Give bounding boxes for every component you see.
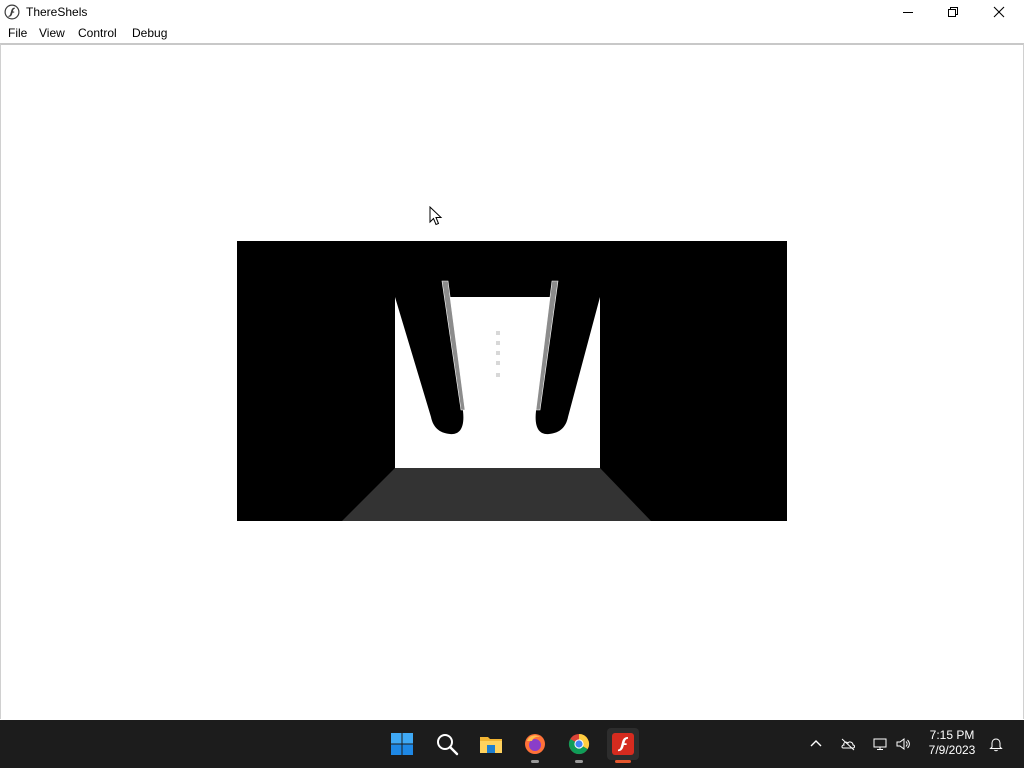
menu-debug[interactable]: Debug [130, 26, 169, 40]
title-bar: ThereShels [0, 0, 1024, 24]
search-icon [437, 734, 459, 756]
close-icon [993, 6, 1005, 18]
clock-time: 7:15 PM [929, 728, 975, 742]
notification-icon [989, 738, 1003, 752]
flash-player-button[interactable] [607, 728, 639, 763]
windows-start-button[interactable] [386, 728, 418, 760]
firefox-icon [525, 734, 545, 754]
taskbar: 7:15 PM 7/9/2023 [0, 720, 1024, 768]
menu-file[interactable]: File [6, 26, 29, 40]
speaker-icon [896, 738, 910, 750]
clock-date: 7/9/2023 [928, 743, 976, 757]
flash-player-icon [612, 733, 634, 755]
restore-icon [948, 7, 958, 17]
network-icon [873, 738, 887, 750]
chrome-icon [568, 733, 590, 755]
active-indicator [615, 760, 631, 763]
onedrive-button[interactable] [838, 734, 858, 754]
window-title: ThereShels [26, 5, 88, 19]
flash-player-icon [4, 4, 20, 20]
show-hidden-icons-button[interactable] [806, 734, 826, 754]
floor [342, 468, 651, 521]
running-indicator [575, 760, 583, 763]
menu-bar: File View Control Debug [0, 24, 1024, 43]
notification-button[interactable] [986, 734, 1006, 754]
game-stage[interactable] [237, 241, 787, 521]
file-explorer-icon [480, 737, 502, 753]
menu-view[interactable]: View [37, 26, 67, 40]
close-button[interactable] [976, 0, 1022, 24]
windows-start-icon [391, 733, 413, 755]
firefox-button[interactable] [519, 728, 551, 763]
running-indicator [531, 760, 539, 763]
minimize-button[interactable] [885, 0, 931, 24]
file-explorer-button[interactable] [475, 728, 507, 760]
menu-control[interactable]: Control [76, 26, 119, 40]
chrome-button[interactable] [563, 728, 595, 763]
search-button[interactable] [431, 728, 463, 760]
mouse-cursor-icon [429, 205, 443, 226]
chevron-up-icon [810, 740, 822, 747]
game-scene [237, 241, 787, 521]
clock[interactable]: 7:15 PM 7/9/2023 [920, 728, 984, 758]
restore-button[interactable] [930, 0, 976, 24]
network-button[interactable] [870, 734, 890, 754]
minimize-icon [903, 12, 913, 13]
volume-button[interactable] [893, 734, 913, 754]
onedrive-icon [841, 738, 855, 751]
